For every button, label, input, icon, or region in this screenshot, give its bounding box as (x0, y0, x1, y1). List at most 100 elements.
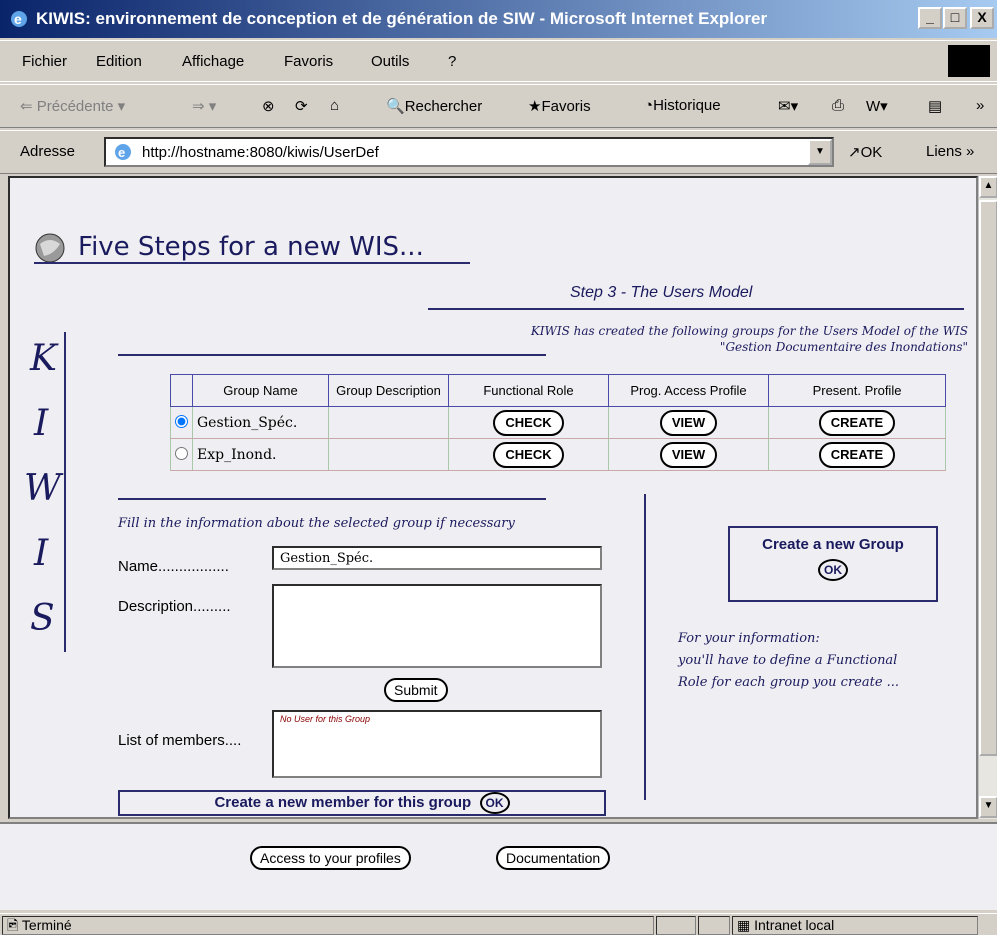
create-member-label: Create a new member for this group (214, 794, 472, 811)
back-button[interactable]: ⇐ Précédente ▾ (20, 97, 125, 115)
submit-button[interactable]: Submit (384, 678, 448, 702)
description-label: Description......... (118, 598, 231, 615)
kiwis-letter-i1: I (34, 403, 49, 444)
scroll-up-icon[interactable]: ▲ (979, 176, 997, 198)
discuss-icon[interactable]: ▤ (928, 97, 942, 115)
view-button[interactable]: VIEW (659, 441, 718, 468)
new-group-box: Create a new Group OK (728, 526, 938, 602)
history-button[interactable]: ◔Historique (644, 97, 721, 114)
address-dropdown-icon[interactable]: ▼ (808, 139, 832, 165)
scrollbar-thumb[interactable] (979, 200, 997, 756)
history-label: Historique (653, 97, 721, 114)
home-icon[interactable]: ⌂ (330, 97, 339, 114)
internet-explorer-icon: e (11, 11, 27, 27)
header-access-profile: Prog. Access Profile (608, 374, 769, 407)
toolbar: ⇐ Précédente ▾ ⇒ ▾ ⊗ ⟳ ⌂ 🔍Rechercher ★Fa… (0, 84, 997, 128)
menu-edition[interactable]: Edition (96, 53, 142, 70)
name-field[interactable] (272, 546, 602, 570)
documentation-button[interactable]: Documentation (496, 846, 611, 870)
address-bar: Adresse e http://hostname:8080/kiwis/Use… (0, 130, 997, 174)
view-button[interactable]: VIEW (659, 409, 718, 436)
footer-frame: Access to your profiles Documentation (0, 822, 997, 910)
address-label: Adresse (20, 143, 76, 160)
refresh-icon[interactable]: ⟳ (295, 97, 308, 115)
page-heading: Five Steps for a new WIS... (78, 232, 424, 262)
search-label: Rechercher (404, 98, 483, 115)
new-group-ok-button[interactable]: OK (818, 559, 848, 581)
kiwis-letter-s: S (30, 598, 55, 639)
status-text: Terminé (21, 917, 72, 933)
mail-icon[interactable]: ✉▾ (778, 97, 798, 115)
new-group-title: Create a new Group (762, 536, 904, 553)
kiwis-letter-i2: I (34, 533, 49, 574)
create-button[interactable]: CREATE (818, 441, 896, 468)
search-button[interactable]: 🔍Rechercher (386, 97, 482, 115)
create-member-bar: Create a new member for this group OK (118, 790, 606, 816)
row-radio[interactable] (175, 414, 188, 428)
kiwis-letter-k: K (30, 338, 57, 379)
go-button[interactable]: ↗OK (848, 143, 882, 161)
kiwis-letter-w: W (24, 468, 62, 509)
links-button[interactable]: Liens » (926, 143, 974, 160)
back-label: Précédente (36, 98, 114, 115)
edit-icon[interactable]: W▾ (866, 97, 888, 115)
status-section-3 (698, 916, 730, 935)
windows-logo-icon (948, 45, 990, 77)
vertical-scrollbar[interactable]: ▲ ▼ (978, 176, 997, 819)
svg-text:e: e (118, 145, 125, 160)
intranet-icon: ▦ (737, 917, 751, 933)
info-line-2: you'll have to define a Functional (678, 653, 898, 668)
group-description-cell (328, 406, 449, 439)
create-member-ok-button[interactable]: OK (479, 792, 510, 814)
status-section-2 (656, 916, 696, 935)
row-radio[interactable] (175, 446, 188, 460)
page-done-icon: 🖻 (7, 917, 19, 933)
header-group-description: Group Description (328, 374, 449, 407)
favorites-label: Favoris (541, 98, 591, 115)
page-icon: e (115, 144, 131, 160)
menu-affichage[interactable]: Affichage (182, 53, 244, 70)
status-bar: 🖻 Terminé ▦ Intranet local (0, 913, 997, 935)
header-present-profile: Present. Profile (768, 374, 946, 407)
go-label: OK (860, 144, 883, 161)
page-content: Five Steps for a new WIS... Step 3 - The… (8, 176, 978, 819)
close-button[interactable]: X (970, 7, 994, 29)
description-field[interactable] (272, 584, 602, 668)
group-name-cell: Exp_Inond. (192, 438, 329, 471)
menu-outils[interactable]: Outils (371, 53, 409, 70)
group-name-cell: Gestion_Spéc. (192, 406, 329, 439)
info-line-1: For your information: (678, 631, 820, 646)
groups-table: Group Name Group Description Functional … (170, 374, 946, 471)
address-field[interactable]: e http://hostname:8080/kiwis/UserDef ▼ (104, 137, 834, 167)
members-label: List of members.... (118, 732, 242, 749)
info-note: For your information: you'll have to def… (678, 628, 899, 694)
header-group-name: Group Name (192, 374, 329, 407)
stop-icon[interactable]: ⊗ (262, 97, 275, 115)
forward-button[interactable]: ⇒ ▾ (192, 97, 216, 115)
scroll-down-icon[interactable]: ▼ (979, 796, 997, 818)
menu-help[interactable]: ? (448, 53, 456, 70)
menu-favoris[interactable]: Favoris (284, 53, 333, 70)
menu-fichier[interactable]: Fichier (22, 53, 67, 70)
print-icon[interactable]: ⎙ (832, 97, 844, 114)
name-label: Name................. (118, 558, 229, 575)
form-instruction: Fill in the information about the select… (118, 516, 515, 531)
check-button[interactable]: CHECK (493, 441, 564, 468)
toolbar-chevron-icon[interactable]: » (976, 97, 984, 114)
members-list[interactable]: No User for this Group (272, 710, 602, 778)
zone-label: Intranet local (754, 917, 835, 933)
info-line-3: Role for each group you create ... (678, 675, 900, 690)
address-url: http://hostname:8080/kiwis/UserDef (142, 144, 379, 161)
table-row: Exp_Inond. CHECK VIEW CREATE (170, 438, 946, 471)
maximize-button[interactable]: □ (943, 7, 967, 29)
intro-line-1: KIWIS has created the following groups f… (530, 324, 968, 338)
create-button[interactable]: CREATE (818, 409, 896, 436)
minimize-button[interactable]: _ (918, 7, 942, 29)
links-label: Liens (926, 143, 962, 160)
svg-text:e: e (14, 11, 22, 27)
access-profiles-button[interactable]: Access to your profiles (250, 846, 411, 870)
favorites-button[interactable]: ★Favoris (528, 97, 591, 115)
step-title: Step 3 - The Users Model (570, 284, 753, 301)
window-title: KIWIS: environnement de conception et de… (36, 9, 768, 28)
check-button[interactable]: CHECK (493, 409, 564, 436)
